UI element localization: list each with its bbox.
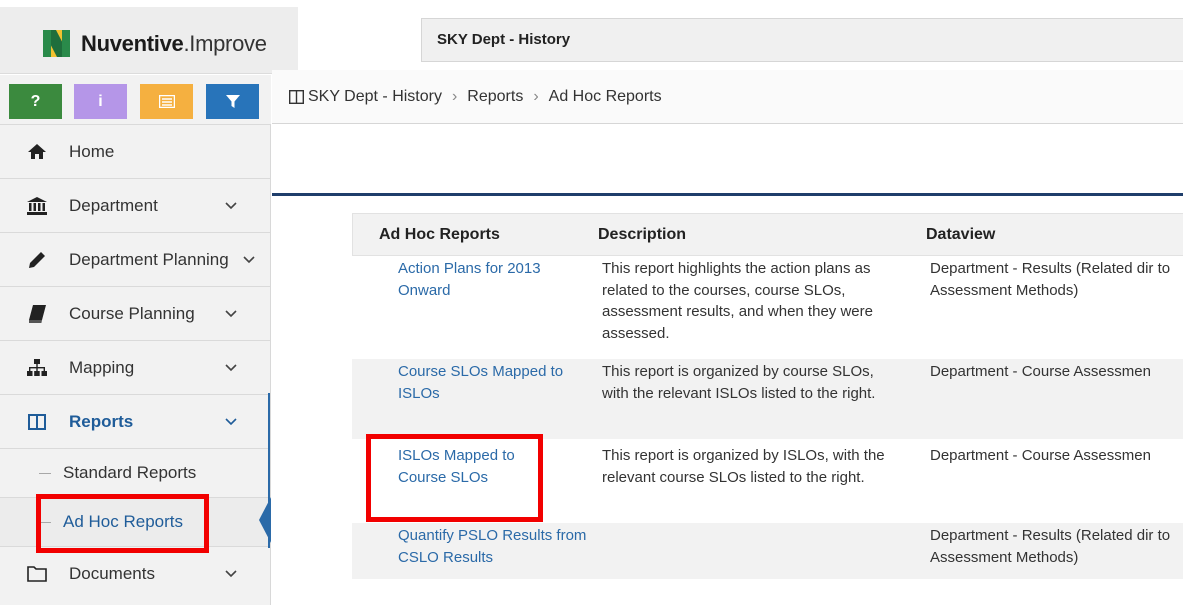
sidebar-item-reports[interactable]: Reports: [0, 394, 270, 448]
nuventive-logo-icon: [43, 30, 70, 57]
sidebar-item-label: Home: [69, 141, 115, 161]
sidebar-item-home[interactable]: Home: [0, 124, 270, 178]
notes-button[interactable]: [140, 84, 193, 119]
report-dataview: Department - Course Assessmen: [930, 363, 1151, 380]
section-divider: [272, 193, 1183, 196]
report-link[interactable]: Course SLOs Mapped to ISLOs: [398, 361, 568, 404]
report-dataview: Department - Results (Related dir to Ass…: [930, 527, 1171, 566]
breadcrumb-separator-icon: ›: [451, 87, 458, 105]
help-button[interactable]: ?: [9, 84, 62, 119]
table-row: Course SLOs Mapped to ISLOs This report …: [352, 359, 1183, 439]
sidebar-item-department-planning[interactable]: Department Planning: [0, 232, 270, 286]
breadcrumb-separator-icon: ›: [533, 87, 539, 105]
chevron-down-icon: [225, 310, 237, 318]
table-row: Quantify PSLO Results from CSLO Results …: [352, 523, 1183, 579]
filter-icon: [225, 94, 240, 108]
column-header-description[interactable]: Description: [598, 226, 686, 244]
sidebar-item-label: Reports: [69, 411, 134, 431]
column-header-dataview[interactable]: Dataview: [926, 226, 995, 244]
tree-connector: [39, 473, 51, 474]
chevron-down-icon: [225, 202, 237, 210]
highlight-box-sidebar: [36, 494, 209, 553]
report-description: This report highlights the action plans …: [602, 260, 873, 342]
brand-name-light: .Improve: [183, 31, 267, 56]
filter-button[interactable]: [206, 84, 259, 119]
sidebar-item-label: Department Planning: [69, 249, 229, 269]
sidebar-item-label: Course Planning: [69, 303, 195, 323]
column-header-report[interactable]: Ad Hoc Reports: [379, 226, 500, 244]
brand-name-bold: Nuventive: [81, 31, 184, 56]
sitemap-icon: [27, 358, 47, 377]
sidebar-item-course-planning[interactable]: Course Planning: [0, 286, 270, 340]
info-button[interactable]: i: [74, 84, 127, 119]
sidebar-subitem-standard-reports[interactable]: Standard Reports: [0, 448, 270, 497]
folder-icon: [27, 565, 47, 582]
top-bar: Nuventive.Improve SKY Dept - History: [0, 0, 1183, 74]
chevron-down-icon: [225, 570, 237, 578]
breadcrumb-item-department[interactable]: SKY Dept - History: [308, 88, 442, 106]
info-label: i: [98, 92, 103, 110]
pencil-icon: [27, 251, 47, 269]
columns-icon: [27, 413, 47, 430]
chevron-down-icon: [243, 256, 255, 264]
report-dataview: Department - Course Assessmen: [930, 447, 1151, 464]
report-link[interactable]: Action Plans for 2013 Onward: [398, 258, 568, 301]
report-dataview: Department - Results (Related dir to Ass…: [930, 260, 1171, 299]
highlight-box-report: [366, 434, 543, 522]
sidebar-toolbar: ? i: [0, 75, 271, 124]
sidebar-item-label: Documents: [69, 563, 155, 583]
book-icon: [27, 304, 47, 323]
breadcrumb: SKY Dept - History › Reports › Ad Hoc Re…: [272, 70, 1183, 124]
breadcrumb-item-reports[interactable]: Reports: [467, 88, 523, 106]
chevron-down-icon: [225, 364, 237, 372]
context-selector[interactable]: SKY Dept - History: [421, 18, 1183, 62]
brand-name: Nuventive.Improve: [81, 31, 267, 57]
brand-area[interactable]: Nuventive.Improve: [0, 7, 298, 74]
sidebar-item-mapping[interactable]: Mapping: [0, 340, 270, 394]
report-description: This report is organized by ISLOs, with …: [602, 447, 885, 486]
notes-icon: [158, 95, 175, 108]
home-icon: [27, 143, 47, 160]
sidebar-item-label: Mapping: [69, 357, 135, 377]
context-label: SKY Dept - History: [437, 31, 571, 48]
sidebar-subitem-label: Standard Reports: [63, 463, 197, 482]
sidebar-item-documents[interactable]: Documents: [0, 546, 270, 600]
columns-icon: [289, 89, 304, 104]
help-label: ?: [30, 92, 41, 110]
report-link[interactable]: Quantify PSLO Results from CSLO Results: [398, 525, 588, 568]
active-item-marker: [259, 497, 271, 543]
report-description: This report is organized by course SLOs,…: [602, 363, 876, 402]
chevron-down-icon: [225, 418, 237, 426]
table-row: Action Plans for 2013 Onward This report…: [352, 256, 1183, 359]
table-header: Ad Hoc Reports Description Dataview: [352, 213, 1183, 256]
institution-icon: [27, 196, 47, 215]
sidebar-item-label: Department: [69, 195, 158, 215]
breadcrumb-item-current: Ad Hoc Reports: [548, 87, 662, 105]
sidebar-item-department[interactable]: Department: [0, 178, 270, 232]
